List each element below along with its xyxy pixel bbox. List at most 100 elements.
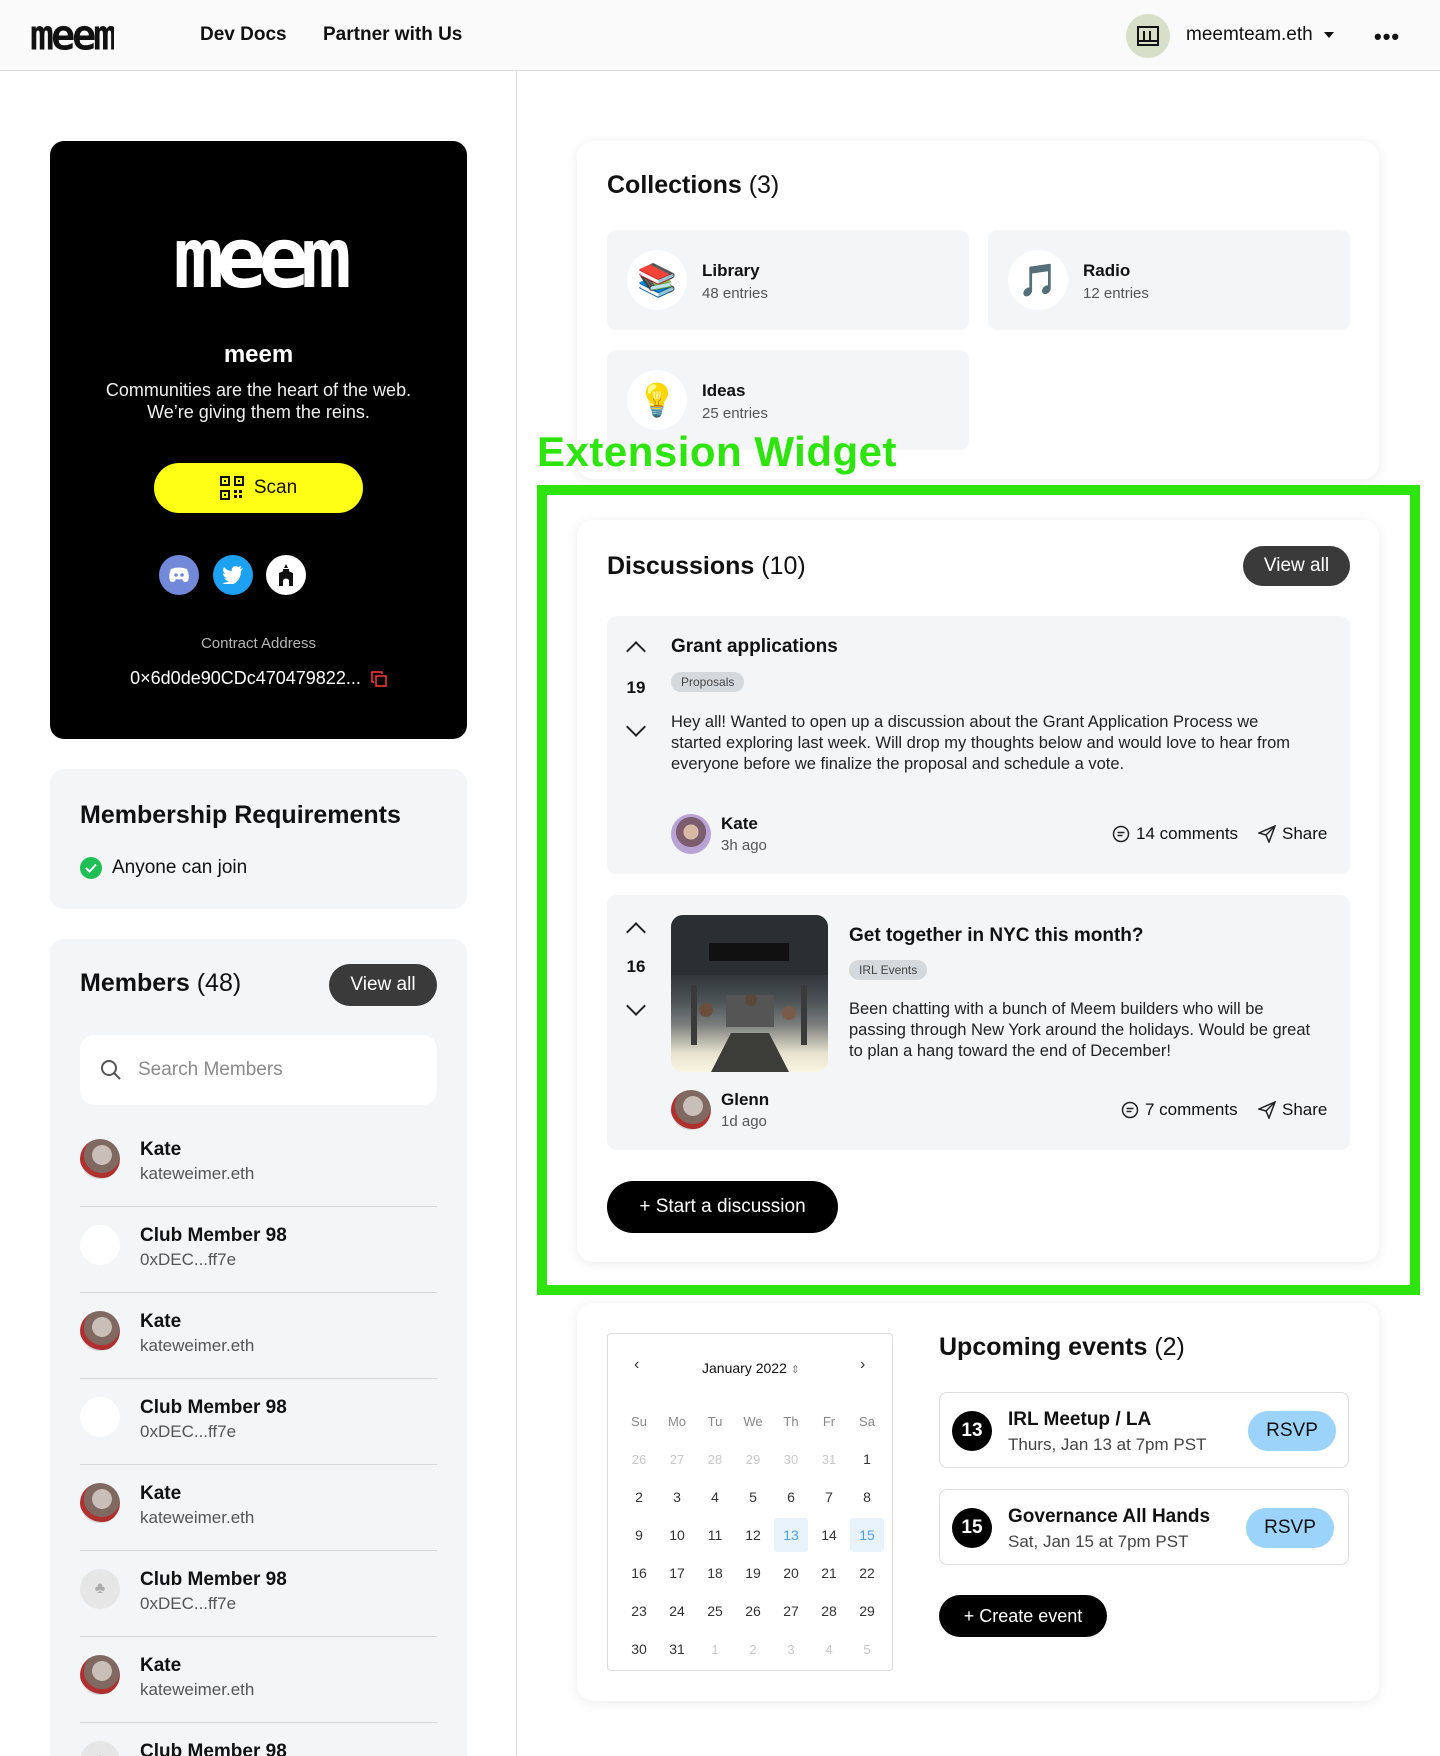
calendar-day[interactable]: 27 <box>772 1592 810 1630</box>
rsvp-button[interactable]: RSVP <box>1248 1411 1336 1451</box>
calendar-day[interactable]: 2 <box>620 1478 658 1516</box>
discord-icon[interactable] <box>159 555 199 595</box>
member-name[interactable]: Kate <box>140 1139 181 1161</box>
member-row[interactable]: Kate kateweimer.eth <box>80 1465 437 1551</box>
calendar-day[interactable]: 4 <box>696 1478 734 1516</box>
create-event-button[interactable]: + Create event <box>939 1595 1107 1637</box>
calendar-day[interactable]: 30 <box>772 1440 810 1478</box>
member-row[interactable]: ♣ Club Member 98 0xDEC...ff7e <box>80 1551 437 1637</box>
member-name[interactable]: Club Member 98 <box>140 1741 287 1756</box>
calendar-day[interactable]: 5 <box>848 1630 886 1668</box>
collection-library[interactable]: 📚 Library 48 entries <box>607 230 969 330</box>
music-note-icon: 🎵 <box>1008 250 1068 310</box>
member-name[interactable]: Kate <box>140 1655 181 1677</box>
member-row[interactable]: Club Member 98 0xDEC...ff7e <box>80 1379 437 1465</box>
calendar-month[interactable]: January 2022 ⇕ <box>608 1360 894 1376</box>
calendar-day[interactable]: 31 <box>658 1630 696 1668</box>
calendar-day[interactable]: 9 <box>620 1516 658 1554</box>
member-row[interactable]: Club Member 98 0xDEC...ff7e <box>80 1207 437 1293</box>
scan-button[interactable]: Scan <box>154 463 363 513</box>
calendar-day[interactable]: 17 <box>658 1554 696 1592</box>
member-avatar[interactable] <box>80 1311 120 1351</box>
calendar-day[interactable]: 6 <box>772 1478 810 1516</box>
top-nav: meem Dev Docs Partner with Us meemteam.e… <box>0 0 1440 71</box>
calendar-day[interactable]: 5 <box>734 1478 772 1516</box>
member-avatar[interactable] <box>80 1483 120 1523</box>
member-avatar[interactable] <box>80 1225 120 1265</box>
calendar-day-event[interactable]: 15 <box>850 1518 884 1552</box>
members-view-all-button[interactable]: View all <box>329 964 437 1006</box>
building-icon <box>1137 26 1159 46</box>
event-name[interactable]: IRL Meetup / LA <box>1008 1409 1151 1431</box>
calendar-day[interactable]: 28 <box>810 1592 848 1630</box>
account-name[interactable]: meemteam.eth <box>1186 24 1313 46</box>
calendar-day[interactable]: 10 <box>658 1516 696 1554</box>
member-name[interactable]: Club Member 98 <box>140 1569 287 1591</box>
calendar-day[interactable]: 16 <box>620 1554 658 1592</box>
nav-dev-docs[interactable]: Dev Docs <box>200 24 287 46</box>
calendar-day[interactable]: 12 <box>734 1516 772 1554</box>
member-row[interactable]: Kate kateweimer.eth <box>80 1121 437 1207</box>
calendar-day[interactable]: 19 <box>734 1554 772 1592</box>
calendar-day-event[interactable]: 13 <box>774 1518 808 1552</box>
calendar-day[interactable]: 29 <box>734 1440 772 1478</box>
member-name[interactable]: Kate <box>140 1311 181 1333</box>
member-avatar[interactable]: ♣ <box>80 1569 120 1609</box>
calendar-day[interactable]: 14 <box>810 1516 848 1554</box>
event-card[interactable]: 15 Governance All Hands Sat, Jan 15 at 7… <box>939 1489 1349 1565</box>
calendar-day[interactable]: 1 <box>696 1630 734 1668</box>
member-avatar[interactable]: ♣ <box>80 1741 120 1756</box>
calendar-day[interactable]: 27 <box>658 1440 696 1478</box>
nav-partner[interactable]: Partner with Us <box>323 24 462 46</box>
calendar-day[interactable]: 11 <box>696 1516 734 1554</box>
meem-logo[interactable]: meem <box>30 19 114 53</box>
calendar-day[interactable]: 8 <box>848 1478 886 1516</box>
calendar-day[interactable]: 24 <box>658 1592 696 1630</box>
collection-name: Radio <box>1083 261 1131 280</box>
calendar-day[interactable]: 29 <box>848 1592 886 1630</box>
calendar-day[interactable]: 31 <box>810 1440 848 1478</box>
member-name[interactable]: Club Member 98 <box>140 1225 287 1247</box>
calendar-day[interactable]: 28 <box>696 1440 734 1478</box>
contract-address: 0×6d0de90CDc470479822... <box>50 668 467 689</box>
account-dropdown-icon[interactable] <box>1324 32 1334 38</box>
search-input[interactable] <box>138 1059 398 1081</box>
calendar-day[interactable]: 26 <box>734 1592 772 1630</box>
castle-icon[interactable] <box>266 555 306 595</box>
member-search[interactable] <box>80 1035 437 1105</box>
calendar-day[interactable]: 26 <box>620 1440 658 1478</box>
more-horizontal-icon[interactable]: ••• <box>1374 24 1400 50</box>
member-avatar[interactable] <box>80 1397 120 1437</box>
member-row[interactable]: ♣ Club Member 98 <box>80 1723 437 1756</box>
collection-name: Library <box>702 261 760 280</box>
twitter-icon[interactable] <box>213 555 253 595</box>
calendar-day[interactable]: 2 <box>734 1630 772 1668</box>
calendar-day[interactable]: 20 <box>772 1554 810 1592</box>
calendar-day[interactable]: 3 <box>772 1630 810 1668</box>
member-row[interactable]: Kate kateweimer.eth <box>80 1293 437 1379</box>
member-avatar[interactable] <box>80 1139 120 1179</box>
calendar-day[interactable]: 22 <box>848 1554 886 1592</box>
member-name[interactable]: Club Member 98 <box>140 1397 287 1419</box>
calendar-day[interactable]: 25 <box>696 1592 734 1630</box>
collection-count: 48 entries <box>702 285 768 302</box>
calendar-day[interactable]: 30 <box>620 1630 658 1668</box>
calendar-day[interactable]: 21 <box>810 1554 848 1592</box>
calendar-day[interactable]: 3 <box>658 1478 696 1516</box>
member-address: 0xDEC...ff7e <box>140 1594 237 1613</box>
member-name[interactable]: Kate <box>140 1483 181 1505</box>
rsvp-button[interactable]: RSVP <box>1246 1508 1334 1548</box>
calendar-day[interactable]: 18 <box>696 1554 734 1592</box>
collection-radio[interactable]: 🎵 Radio 12 entries <box>988 230 1350 330</box>
calendar-day[interactable]: 1 <box>848 1440 886 1478</box>
member-row[interactable]: Kate kateweimer.eth <box>80 1637 437 1723</box>
calendar-day[interactable]: 23 <box>620 1592 658 1630</box>
calendar-day[interactable]: 7 <box>810 1478 848 1516</box>
event-name[interactable]: Governance All Hands <box>1008 1506 1210 1528</box>
event-card[interactable]: 13 IRL Meetup / LA Thurs, Jan 13 at 7pm … <box>939 1392 1349 1468</box>
account-avatar[interactable] <box>1126 14 1170 58</box>
calendar-next-icon[interactable]: › <box>860 1356 865 1374</box>
member-avatar[interactable] <box>80 1655 120 1695</box>
calendar-day[interactable]: 4 <box>810 1630 848 1668</box>
copy-icon[interactable] <box>371 670 387 687</box>
